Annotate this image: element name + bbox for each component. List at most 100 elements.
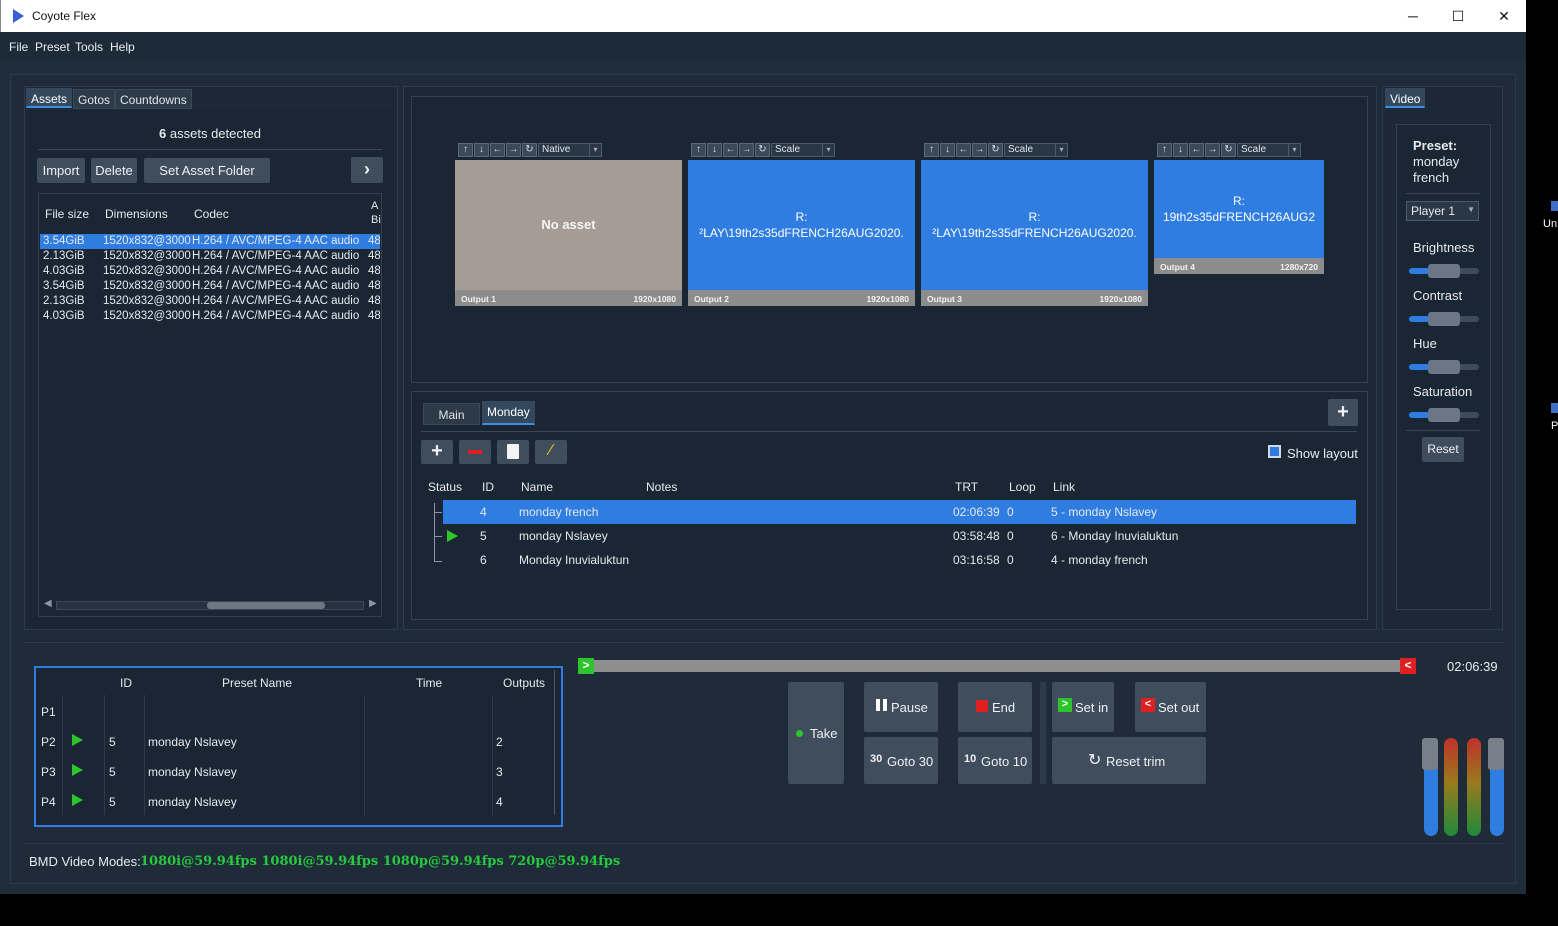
slider-knob[interactable] bbox=[1428, 312, 1460, 326]
tab-assets[interactable]: Assets bbox=[26, 88, 73, 108]
remove-item-button[interactable] bbox=[459, 440, 491, 464]
arrow-down-icon[interactable]: ↓ bbox=[1173, 143, 1188, 157]
preset-row[interactable]: P4 5 monday Nslavey 4 bbox=[36, 786, 554, 816]
col-trt[interactable]: TRT bbox=[955, 480, 978, 494]
take-button[interactable]: Take bbox=[788, 682, 844, 784]
tab-main[interactable]: Main bbox=[423, 403, 480, 425]
reset-trim-button[interactable]: ↻ Reset trim bbox=[1052, 737, 1206, 784]
end-button[interactable]: End bbox=[958, 682, 1032, 732]
brightness-slider[interactable] bbox=[1409, 264, 1479, 278]
set-in-button[interactable]: > Set in bbox=[1052, 682, 1114, 732]
menu-file[interactable]: File bbox=[9, 40, 28, 54]
scrollbar-thumb[interactable] bbox=[207, 602, 325, 609]
table-row[interactable]: 4.03GiB 1520x832@3000 H.264 / AVC/MPEG-4 A… bbox=[40, 264, 380, 279]
tab-video[interactable]: Video bbox=[1385, 88, 1426, 108]
contrast-slider[interactable] bbox=[1409, 312, 1479, 326]
scroll-left-icon[interactable]: ◀ bbox=[44, 598, 52, 609]
tab-gotos[interactable]: Gotos bbox=[73, 89, 116, 109]
close-button[interactable]: ✕ bbox=[1481, 0, 1527, 32]
output-mode-select[interactable]: Scale ▾ bbox=[1237, 143, 1301, 157]
scroll-right-icon[interactable]: ▶ bbox=[369, 598, 377, 609]
arrow-left-icon[interactable]: ← bbox=[723, 143, 738, 157]
saturation-slider[interactable] bbox=[1409, 408, 1479, 422]
col-bi[interactable]: Bi bbox=[371, 214, 381, 226]
col-file-size[interactable]: File size bbox=[45, 207, 89, 221]
output-mode-select[interactable]: Native ▾ bbox=[538, 143, 602, 157]
show-layout-checkbox[interactable] bbox=[1268, 445, 1281, 458]
pause-button[interactable]: Pause bbox=[864, 682, 938, 732]
arrow-up-icon[interactable]: ↑ bbox=[458, 143, 473, 157]
arrow-left-icon[interactable]: ← bbox=[1189, 143, 1204, 157]
col-loop[interactable]: Loop bbox=[1009, 480, 1036, 494]
col-link[interactable]: Link bbox=[1053, 480, 1075, 494]
table-row[interactable]: 2.13GiB 1520x832@3000 H.264 / AVC/MPEG-4 A… bbox=[40, 249, 380, 264]
arrow-down-icon[interactable]: ↓ bbox=[474, 143, 489, 157]
arrow-left-icon[interactable]: ← bbox=[490, 143, 505, 157]
edit-icon[interactable]: ⁄ bbox=[535, 440, 567, 464]
volume-knob-left[interactable] bbox=[1422, 738, 1438, 770]
preset-row[interactable]: P3 5 monday Nslavey 3 bbox=[36, 756, 554, 786]
col-id[interactable]: ID bbox=[482, 480, 494, 494]
table-row[interactable]: 3.54GiB 1520x832@3000 H.264 / AVC/MPEG-4 A… bbox=[40, 279, 380, 294]
arrow-up-icon[interactable]: ↑ bbox=[924, 143, 939, 157]
arrow-left-icon[interactable]: ← bbox=[956, 143, 971, 157]
add-playlist-button[interactable]: + bbox=[1328, 399, 1358, 426]
rotate-icon[interactable]: ↻ bbox=[988, 143, 1003, 157]
col-codec[interactable]: Codec bbox=[194, 207, 229, 221]
col-notes[interactable]: Notes bbox=[646, 480, 677, 494]
playlist-row[interactable]: 4 monday french 02:06:39 0 5 - monday Nslave… bbox=[443, 500, 1356, 524]
tab-countdowns[interactable]: Countdowns bbox=[115, 89, 192, 109]
arrow-down-icon[interactable]: ↓ bbox=[940, 143, 955, 157]
reset-button[interactable]: Reset bbox=[1422, 437, 1464, 462]
arrow-up-icon[interactable]: ↑ bbox=[1157, 143, 1172, 157]
col-preset-outputs[interactable]: Outputs bbox=[503, 676, 545, 690]
table-row[interactable]: 3.54GiB 1520x832@3000 H.264 / AVC/MPEG-4 A… bbox=[40, 234, 380, 249]
arrow-down-icon[interactable]: ↓ bbox=[707, 143, 722, 157]
table-row[interactable]: 2.13GiB 1520x832@3000 H.264 / AVC/MPEG-4 A… bbox=[40, 294, 380, 309]
col-dimensions[interactable]: Dimensions bbox=[105, 207, 168, 221]
menu-preset[interactable]: Preset bbox=[35, 40, 70, 54]
copy-item-button[interactable] bbox=[497, 440, 529, 464]
maximize-button[interactable]: ☐ bbox=[1435, 0, 1481, 32]
in-marker-icon[interactable]: > bbox=[578, 658, 594, 674]
col-a[interactable]: A bbox=[371, 200, 378, 212]
output-preview[interactable]: R: 19th2s35dFRENCH26AUG2 Output 4 1280x720 bbox=[1154, 160, 1324, 274]
volume-knob-right[interactable] bbox=[1488, 738, 1504, 770]
timeline-track[interactable] bbox=[585, 660, 1415, 672]
set-out-button[interactable]: < Set out bbox=[1135, 682, 1206, 732]
output-mode-select[interactable]: Scale ▾ bbox=[771, 143, 835, 157]
arrow-right-icon[interactable]: → bbox=[1205, 143, 1220, 157]
preset-row[interactable]: P2 5 monday Nslavey 2 bbox=[36, 726, 554, 756]
player-select[interactable]: Player 1 ▼ bbox=[1406, 201, 1479, 221]
goto-30-button[interactable]: 30 Goto 30 bbox=[864, 737, 938, 784]
table-row[interactable]: 4.03GiB 1520x832@3000 H.264 / AVC/MPEG-4 A… bbox=[40, 309, 380, 324]
arrow-right-icon[interactable]: → bbox=[739, 143, 754, 157]
col-preset-time[interactable]: Time bbox=[416, 676, 442, 690]
rotate-icon[interactable]: ↻ bbox=[522, 143, 537, 157]
minimize-button[interactable]: ─ bbox=[1390, 0, 1436, 32]
goto-10-button[interactable]: 10 Goto 10 bbox=[958, 737, 1032, 784]
out-marker-icon[interactable]: < bbox=[1400, 658, 1416, 674]
add-item-button[interactable]: + bbox=[421, 440, 453, 464]
playlist-row[interactable]: 6 Monday Inuvialuktun 03:16:58 0 4 - monday … bbox=[432, 548, 1356, 572]
output-preview[interactable]: R: ²LAY\19th2s35dFRENCH26AUG2020. Output 3… bbox=[921, 160, 1148, 306]
output-mode-select[interactable]: Scale ▾ bbox=[1004, 143, 1068, 157]
tab-monday[interactable]: Monday bbox=[482, 401, 535, 425]
rotate-icon[interactable]: ↻ bbox=[1221, 143, 1236, 157]
slider-knob[interactable] bbox=[1428, 264, 1460, 278]
menu-tools[interactable]: Tools bbox=[75, 40, 103, 54]
slider-knob[interactable] bbox=[1428, 408, 1460, 422]
output-preview[interactable]: No asset Output 1 1920x1080 bbox=[455, 160, 682, 306]
hue-slider[interactable] bbox=[1409, 360, 1479, 374]
output-preview[interactable]: R: ²LAY\19th2s35dFRENCH26AUG2020. Output 2… bbox=[688, 160, 915, 306]
chevron-right-icon[interactable]: › bbox=[351, 157, 383, 183]
col-status[interactable]: Status bbox=[428, 480, 462, 494]
menu-help[interactable]: Help bbox=[110, 40, 135, 54]
slider-knob[interactable] bbox=[1428, 360, 1460, 374]
col-preset-id[interactable]: ID bbox=[120, 676, 132, 690]
rotate-icon[interactable]: ↻ bbox=[755, 143, 770, 157]
import-button[interactable]: Import bbox=[37, 158, 85, 183]
preset-row[interactable]: P1 bbox=[36, 696, 554, 726]
playlist-row[interactable]: 5 monday Nslavey 03:58:48 0 6 - Monday Inuvi… bbox=[432, 524, 1356, 548]
col-preset-name[interactable]: Preset Name bbox=[222, 676, 292, 690]
